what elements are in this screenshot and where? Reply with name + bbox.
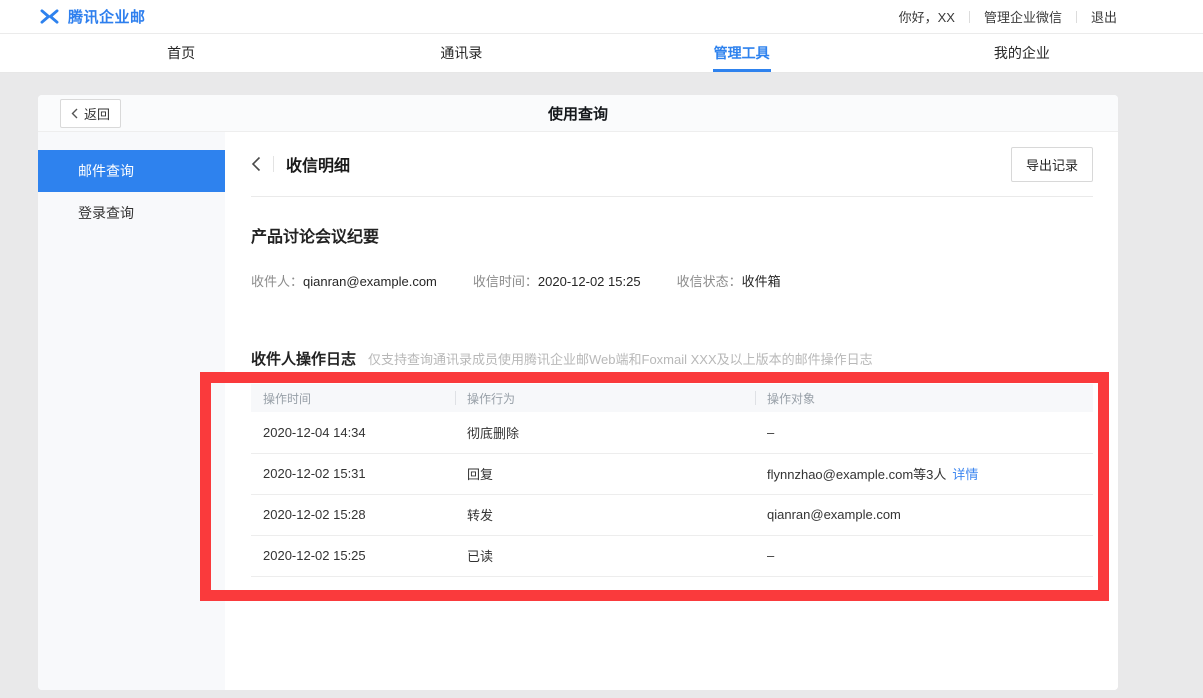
column-header-time: 操作时间 <box>251 384 455 412</box>
nav-tabbar: 首页 通讯录 管理工具 我的企业 <box>0 34 1203 73</box>
page-title: 使用查询 <box>548 103 608 124</box>
brand-logo[interactable]: 腾讯企业邮 <box>38 6 146 27</box>
cell-action: 已读 <box>455 535 755 576</box>
main-content: 收信明细 导出记录 产品讨论会议纪要 收件人：qianran@example.c… <box>225 132 1118 690</box>
tab-contacts[interactable]: 通讯录 <box>321 34 601 72</box>
cell-time: 2020-12-02 15:25 <box>251 535 455 576</box>
brand-name: 腾讯企业邮 <box>68 6 146 27</box>
detail-header: 收信明细 导出记录 <box>251 132 1093 197</box>
cell-target-text: flynnzhao@example.com等3人 <box>767 467 946 482</box>
sidebar: 邮件查询 登录查询 <box>38 132 225 690</box>
tab-home[interactable]: 首页 <box>41 34 321 72</box>
table-row: 2020-12-02 15:31 回复 flynnzhao@example.co… <box>251 453 1093 494</box>
cell-action: 彻底删除 <box>455 412 755 453</box>
column-header-action: 操作行为 <box>455 384 755 412</box>
divider <box>273 156 274 172</box>
detail-title: 收信明细 <box>286 152 350 176</box>
log-section-note: 仅支持查询通讯录成员使用腾讯企业邮Web端和Foxmail XXX及以上版本的邮… <box>368 349 873 368</box>
meta-label: 收件人： <box>251 274 303 289</box>
chevron-left-icon <box>71 108 78 119</box>
column-header-target: 操作对象 <box>755 384 1093 412</box>
back-button-label: 返回 <box>84 104 110 123</box>
mail-subject: 产品讨论会议纪要 <box>251 223 1093 247</box>
table-row: 2020-12-02 15:25 已读 – <box>251 535 1093 576</box>
operation-log-table: 操作时间 操作行为 操作对象 2020-12-04 14:34 彻底删除 – 2… <box>251 384 1093 577</box>
tab-admin-tools[interactable]: 管理工具 <box>602 34 882 72</box>
meta-value: qianran@example.com <box>303 274 437 289</box>
cell-target: flynnzhao@example.com等3人详情 <box>755 453 1093 494</box>
cell-action: 回复 <box>455 453 755 494</box>
usage-query-card: 返回 使用查询 邮件查询 登录查询 收信明细 导出记录 产品讨论会议纪要 收件人… <box>38 95 1118 690</box>
meta-value: 收件箱 <box>742 274 781 289</box>
table-header-row: 操作时间 操作行为 操作对象 <box>251 384 1093 412</box>
sidebar-item-mail-query[interactable]: 邮件查询 <box>38 150 225 192</box>
user-greeting: 你好，XX <box>899 7 955 26</box>
sidebar-item-login-query[interactable]: 登录查询 <box>38 192 225 234</box>
chevron-left-icon[interactable] <box>251 156 261 172</box>
divider <box>969 11 970 23</box>
table-row: 2020-12-04 14:34 彻底删除 – <box>251 412 1093 453</box>
exmail-logo-icon <box>38 8 61 25</box>
log-section-header: 收件人操作日志 仅支持查询通讯录成员使用腾讯企业邮Web端和Foxmail XX… <box>251 348 1093 369</box>
meta-value: 2020-12-02 15:25 <box>538 274 641 289</box>
divider <box>1076 11 1077 23</box>
back-button[interactable]: 返回 <box>60 99 121 128</box>
log-section-title: 收件人操作日志 <box>251 348 356 369</box>
cell-time: 2020-12-02 15:31 <box>251 453 455 494</box>
export-records-button[interactable]: 导出记录 <box>1011 147 1093 182</box>
meta-label: 收信时间： <box>473 274 538 289</box>
cell-action: 转发 <box>455 494 755 535</box>
meta-recipient: 收件人：qianran@example.com <box>251 271 437 290</box>
tab-my-company[interactable]: 我的企业 <box>882 34 1162 72</box>
cell-target: – <box>755 535 1093 576</box>
detail-link[interactable]: 详情 <box>952 467 978 482</box>
topbar: 腾讯企业邮 你好，XX 管理企业微信 退出 <box>0 0 1203 34</box>
cell-time: 2020-12-04 14:34 <box>251 412 455 453</box>
cell-time: 2020-12-02 15:28 <box>251 494 455 535</box>
manage-wecom-link[interactable]: 管理企业微信 <box>984 7 1062 26</box>
usage-query-header: 返回 使用查询 <box>38 95 1118 132</box>
table-row: 2020-12-02 15:28 转发 qianran@example.com <box>251 494 1093 535</box>
cell-target: – <box>755 412 1093 453</box>
mail-meta: 收件人：qianran@example.com 收信时间：2020-12-02 … <box>251 271 1093 290</box>
cell-target: qianran@example.com <box>755 494 1093 535</box>
meta-receive-status: 收信状态：收件箱 <box>677 271 781 290</box>
logout-link[interactable]: 退出 <box>1091 7 1117 26</box>
meta-label: 收信状态： <box>677 274 742 289</box>
meta-receive-time: 收信时间：2020-12-02 15:25 <box>473 271 641 290</box>
